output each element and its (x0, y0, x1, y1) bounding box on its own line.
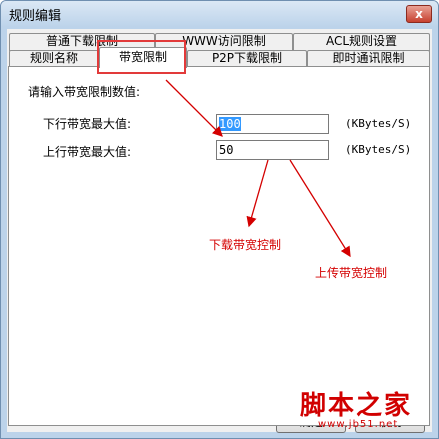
site-logo-watermark: 脚本之家 (300, 391, 413, 421)
arrow-from-upload-label (289, 159, 351, 258)
highlight-box (97, 40, 186, 74)
upload-control-annotation: 上传带宽控制 (315, 266, 388, 280)
arrow-to-downlink (165, 79, 223, 137)
download-control-annotation: 下载带宽控制 (209, 238, 282, 252)
site-url-watermark: www.jb51.net (318, 419, 399, 430)
arrow-from-download-label (246, 159, 269, 228)
annotation-arrows (165, 79, 351, 258)
